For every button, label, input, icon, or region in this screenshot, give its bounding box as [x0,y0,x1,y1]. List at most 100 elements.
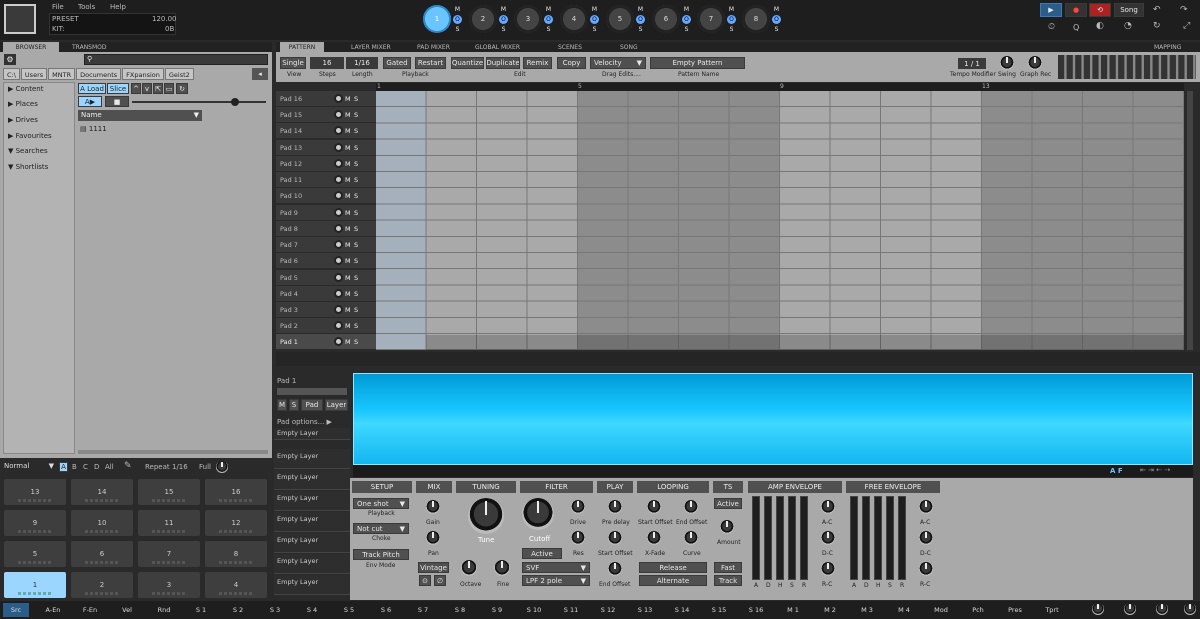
pad-view-button[interactable]: Pad [301,399,323,411]
layer-slot-8[interactable]: Empty Layer [274,575,350,595]
pad-row-knob[interactable] [334,273,343,282]
solo-toggle[interactable]: S [499,25,508,34]
pad-row-knob[interactable] [334,110,343,119]
mod-tab-s-2[interactable]: S 2 [225,603,251,617]
pad-row-solo[interactable]: S [354,225,361,233]
pad-row-knob[interactable] [334,305,343,314]
output-toggle[interactable]: O [590,15,599,24]
mod-tab-src[interactable]: Src [3,603,29,617]
pad-row-13[interactable]: Pad 13 M S [276,140,376,156]
browser-collapse-button[interactable]: ⇱ [153,83,163,94]
pad-row-solo[interactable]: S [354,306,361,314]
tab-mapping[interactable]: MAPPING [1154,44,1181,51]
solo-toggle[interactable]: S [453,25,462,34]
release-button[interactable]: Release [639,562,707,573]
pad-row-solo[interactable]: S [354,241,361,249]
pad-11[interactable]: 11 [137,509,201,537]
pad-row-8[interactable]: Pad 8 MS [276,221,376,237]
pad-row-knob[interactable] [334,175,343,184]
sequence-2-mos[interactable]: MOS [499,5,508,34]
pad-row-mute[interactable]: M [345,306,352,314]
pad-row-2[interactable]: Pad 2 MS [276,318,376,334]
remix-button[interactable]: Remix [523,57,552,69]
audition-a-button[interactable]: A ▶ [78,96,102,107]
free-decay-slider[interactable] [862,496,870,580]
pad-row-15[interactable]: Pad 15 M S [276,107,376,123]
bank-a-button[interactable]: A [59,462,68,472]
pad-row-9[interactable]: Pad 9 MS [276,205,376,221]
pad-row-mute[interactable]: M [345,225,352,233]
free-dc-knob[interactable] [919,531,933,545]
pad-row-solo[interactable]: S [354,209,361,217]
mod-tab-s-9[interactable]: S 9 [484,603,510,617]
tree-item-searches[interactable]: ▼ Searches [8,147,48,155]
tab-scenes[interactable]: SCENES [558,44,582,51]
mod-tab-s-14[interactable]: S 14 [669,603,695,617]
pad-row-6[interactable]: Pad 6 MS [276,253,376,269]
sync-icon[interactable]: ◐ [1096,21,1104,31]
track-pitch-button[interactable]: Track Pitch [353,549,409,560]
load-button[interactable]: A Load [78,83,106,94]
quantize-q-button[interactable]: Q [1073,23,1079,32]
menu-file[interactable]: File [52,3,64,11]
tab-browser[interactable]: BROWSER [3,42,59,52]
play-start-offset-knob[interactable] [608,531,622,545]
pad-15[interactable]: 15 [137,478,201,506]
play-button[interactable]: ▶ [1040,3,1062,17]
layer-slot-5[interactable]: Empty Layer [274,512,350,532]
pad-row-solo[interactable]: S [354,176,361,184]
waveform-af-toggle[interactable]: A F [1110,467,1123,475]
mod-tab-s-4[interactable]: S 4 [299,603,325,617]
step-grid-mini[interactable] [1058,55,1196,79]
free-hold-slider[interactable] [874,496,882,580]
full-velocity-button[interactable]: Full [199,463,211,471]
mute-toggle[interactable]: M [772,5,781,14]
browser-folder-button[interactable]: ▭ [164,83,174,94]
mod-tab-s-1[interactable]: S 1 [188,603,214,617]
free-release-slider[interactable] [898,496,906,580]
mod-tab-s-7[interactable]: S 7 [410,603,436,617]
layer-view-button[interactable]: Layer [325,399,348,411]
layer-slot-3[interactable]: Empty Layer [274,470,350,490]
mod-tab-s-8[interactable]: S 8 [447,603,473,617]
tab-layer-mixer[interactable]: LAYER MIXER [351,44,391,51]
tree-item-favourites[interactable]: ▶ Favourites [8,132,52,140]
pad-8[interactable]: 8 [204,540,268,568]
splitter-handle[interactable] [276,352,1200,366]
pad-row-11[interactable]: Pad 11 M S [276,172,376,188]
pad-row-knob[interactable] [334,208,343,217]
steps-stepper[interactable]: 16 [310,57,344,69]
pad-row-mute[interactable]: M [345,111,352,119]
ts-fast-button[interactable]: Fast [714,562,742,573]
bank-d-button[interactable]: D [94,463,99,471]
pad-row-solo[interactable]: S [354,95,361,103]
drag-edit-select[interactable]: Velocity ▼ [590,57,646,69]
alternate-button[interactable]: Alternate [639,575,707,586]
redo-icon[interactable]: ↷ [1180,5,1188,15]
mod-tab-s-6[interactable]: S 6 [373,603,399,617]
amp-sustain-slider[interactable] [788,496,796,580]
pad-row-knob[interactable] [334,321,343,330]
mod-tab-m-1[interactable]: M 1 [780,603,806,617]
pad-row-mute[interactable]: M [345,257,352,265]
pad-row-solo[interactable]: S [354,257,361,265]
bottom-knob-4[interactable] [1184,603,1196,615]
amp-decay-slider[interactable] [764,496,772,580]
browser-down-button[interactable]: v [142,83,152,94]
amp-release-slider[interactable] [800,496,808,580]
pad-row-mute[interactable]: M [345,160,352,168]
bottom-knob-2[interactable] [1124,603,1136,615]
mod-tab-s-5[interactable]: S 5 [336,603,362,617]
waveform-zoom-icons[interactable]: ⇤ ⇥ ⇠ ⇢ [1140,466,1170,474]
sequence-3-mos[interactable]: MOS [544,5,553,34]
reverse-button[interactable]: ∅ [434,575,446,586]
filter-active-button[interactable]: Active [522,548,562,559]
pad-repeat-knob[interactable] [216,461,228,473]
octave-knob[interactable] [461,560,477,576]
amp-ac-knob[interactable] [821,500,835,514]
solo-toggle[interactable]: S [544,25,553,34]
sequence-2-button[interactable]: 2 [469,5,497,33]
mod-tab-m-4[interactable]: M 4 [891,603,917,617]
sequence-1-mos[interactable]: MOS [453,5,462,34]
sequence-7-button[interactable]: 7 [697,5,725,33]
